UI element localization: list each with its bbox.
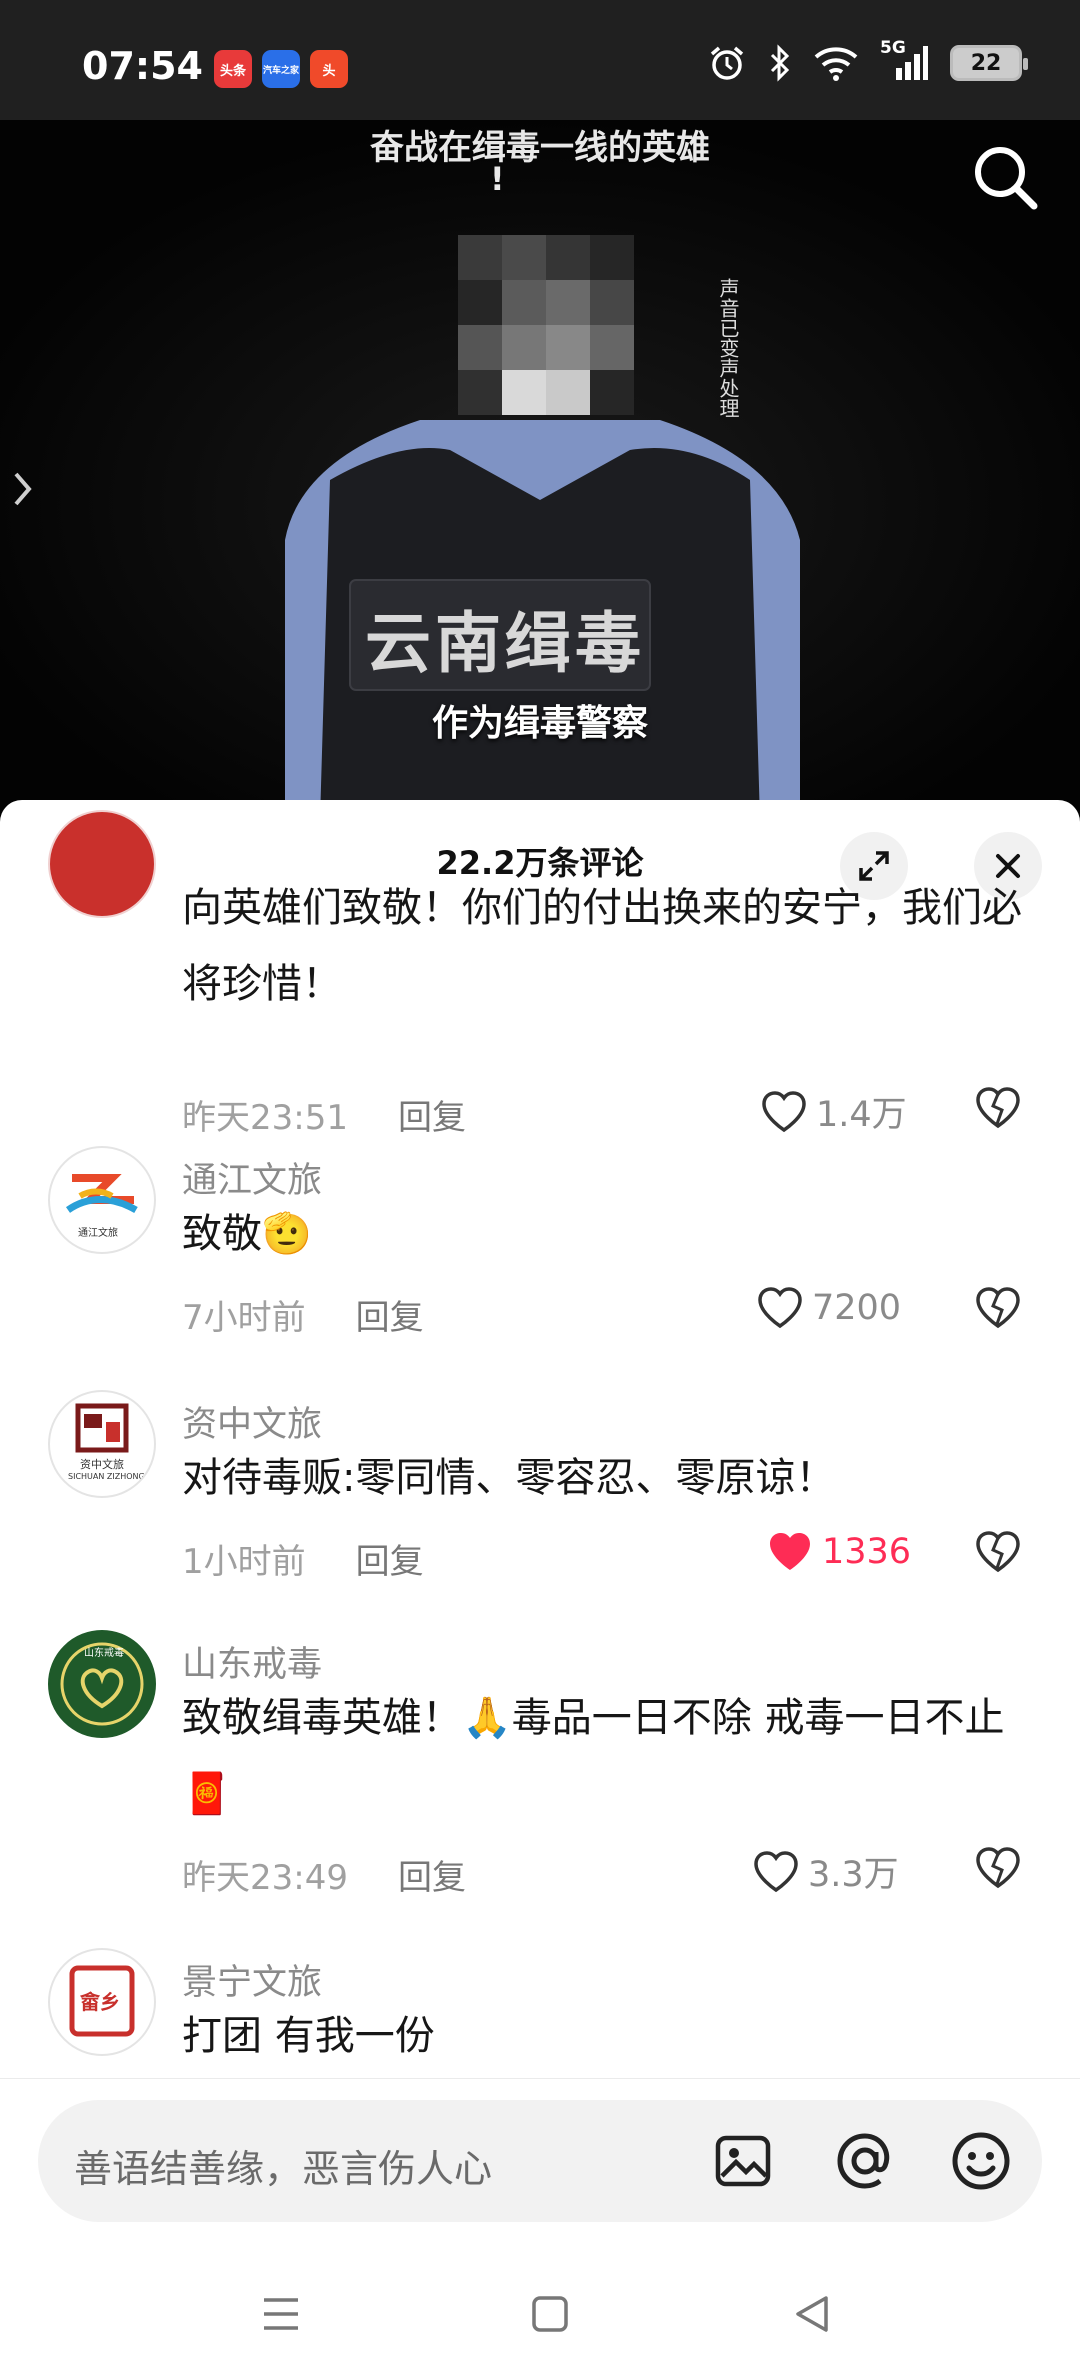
back-icon[interactable] xyxy=(792,2294,832,2334)
comment-input-bar[interactable]: 善语结善缘，恶言伤人心 xyxy=(38,2100,1042,2222)
avatar-label: 通江文旅 xyxy=(78,1228,118,1239)
video-player[interactable]: 奋战在缉毒一线的英雄 ! 云南缉毒 声音已变声处理 作为缉毒警察 xyxy=(0,120,1080,820)
comment-meta: 昨天23:49 回复 xyxy=(182,1850,466,1899)
like-count: 3.3万 xyxy=(808,1855,899,1895)
notification-app-icons: 头条 汽车之家 头 xyxy=(214,50,348,88)
comment-time: 昨天23:51 xyxy=(182,1098,348,1138)
heart-icon xyxy=(762,1090,806,1132)
status-bar: 07:54 头条 汽车之家 头 5G 22 xyxy=(0,0,1080,120)
bluetooth-icon xyxy=(770,44,790,82)
menu-icon[interactable] xyxy=(260,2296,302,2332)
search-icon[interactable] xyxy=(970,142,1040,212)
cellular-signal-icon: 5G xyxy=(880,38,928,82)
broken-heart-icon[interactable] xyxy=(974,1086,1022,1130)
comment-text: 致敬缉毒英雄！🙏毒品一日不除 戒毒一日不止🧧 xyxy=(182,1695,1005,1817)
input-divider xyxy=(0,2078,1080,2079)
battery-indicator: 22 xyxy=(950,45,1028,81)
video-caption-top: 奋战在缉毒一线的英雄 xyxy=(370,128,710,168)
avatar[interactable]: 资中文旅 SICHUAN ZIZHONG xyxy=(48,1390,156,1498)
status-time: 07:54 xyxy=(82,44,203,88)
home-icon[interactable] xyxy=(530,2294,570,2334)
like-button[interactable]: 1.4万 xyxy=(760,1086,907,1137)
heart-icon xyxy=(754,1850,798,1892)
like-button[interactable]: 7200 xyxy=(756,1286,901,1330)
heart-filled-icon xyxy=(770,1533,810,1570)
avatar-label: 畲乡 xyxy=(80,1990,120,2014)
reply-button[interactable]: 回复 xyxy=(398,1850,466,1899)
comment-meta: 1小时前 回复 xyxy=(182,1534,424,1583)
avatar[interactable] xyxy=(48,810,156,918)
reply-button[interactable]: 回复 xyxy=(356,1290,424,1339)
video-subtitle: 作为缉毒警察 xyxy=(431,703,648,744)
avatar-label: 山东戒毒 xyxy=(84,1648,124,1659)
like-count: 1336 xyxy=(822,1532,912,1572)
heart-icon xyxy=(758,1287,802,1329)
system-navigation-bar xyxy=(0,2240,1080,2378)
like-button[interactable]: 3.3万 xyxy=(752,1846,899,1897)
like-count: 7200 xyxy=(812,1288,902,1328)
image-icon[interactable] xyxy=(714,2132,772,2190)
like-button[interactable]: 1336 xyxy=(766,1530,911,1574)
avatar[interactable]: 畲乡 xyxy=(48,1948,156,2056)
broken-heart-icon[interactable] xyxy=(974,1846,1022,1890)
avatar-label-en: SICHUAN ZIZHONG xyxy=(68,1472,145,1481)
video-caption-top-2: ! xyxy=(490,160,505,198)
toutiao-app-icon: 头条 xyxy=(214,50,252,88)
reply-button[interactable]: 回复 xyxy=(356,1534,424,1583)
comment-text: 对待毒贩:零同情、零容忍、零原谅！ xyxy=(182,1455,836,1501)
autohome-app-icon: 汽车之家 xyxy=(262,50,300,88)
broken-heart-icon[interactable] xyxy=(974,1530,1022,1574)
comment-meta: 昨天23:51 回复 xyxy=(182,1090,466,1139)
like-count: 1.4万 xyxy=(816,1095,907,1135)
comment-text: 打团 有我一份 xyxy=(182,2013,435,2059)
alarm-icon xyxy=(710,46,744,80)
chevron-right-icon[interactable] xyxy=(12,470,34,508)
comment-time: 7小时前 xyxy=(182,1298,306,1338)
comment-time: 昨天23:49 xyxy=(182,1858,348,1898)
vest-text: 云南缉毒 xyxy=(365,605,645,682)
avatar-label: 资中文旅 xyxy=(80,1458,124,1471)
broken-heart-icon[interactable] xyxy=(974,1286,1022,1330)
app-icon: 头 xyxy=(310,50,348,88)
at-icon[interactable] xyxy=(834,2130,896,2192)
avatar[interactable]: 山东戒毒 xyxy=(48,1630,156,1738)
emoji-icon[interactable] xyxy=(950,2130,1012,2192)
status-indicators: 5G 22 xyxy=(708,38,1028,82)
comment-input[interactable]: 善语结善缘，恶言伤人心 xyxy=(74,2138,492,2193)
avatar[interactable]: 通江文旅 xyxy=(48,1146,156,1254)
reply-button[interactable]: 回复 xyxy=(398,1090,466,1139)
wifi-icon xyxy=(814,47,858,81)
comment-time: 1小时前 xyxy=(182,1542,306,1582)
comment-text: 向英雄们致敬！你们的付出换来的安宁，我们必将珍惜！ xyxy=(182,885,1022,1007)
comment-text: 致敬🫡 xyxy=(182,1211,312,1257)
voice-changed-note: 声音已变声处理 xyxy=(716,278,740,418)
comment-meta: 7小时前 回复 xyxy=(182,1290,424,1339)
